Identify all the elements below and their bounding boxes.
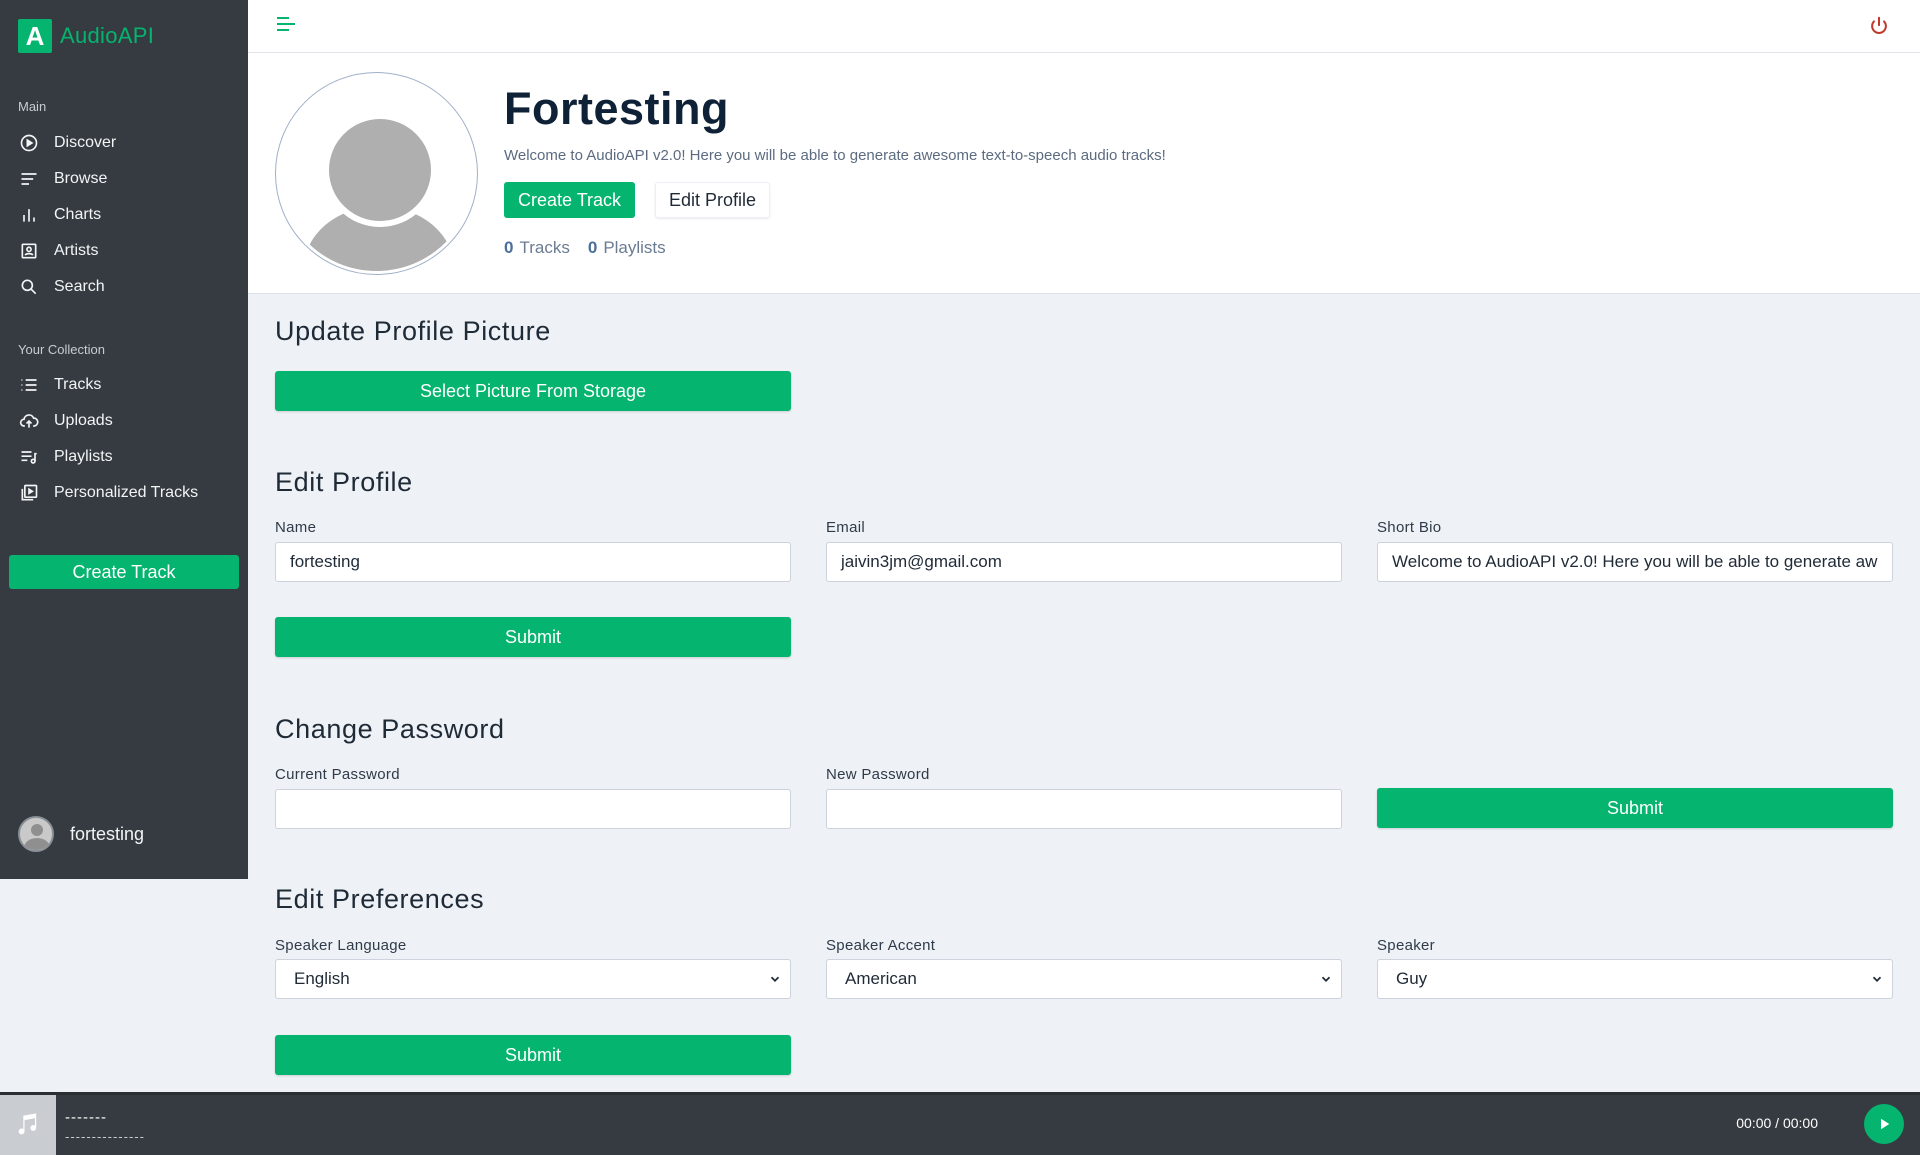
chevron-down-icon — [1872, 976, 1882, 982]
playlists-count: 0 — [587, 238, 598, 257]
new-password-label: New Password — [826, 766, 930, 783]
profile-avatar — [275, 72, 478, 275]
brand-logo: A — [18, 19, 52, 53]
cloud-upload-icon — [18, 410, 40, 432]
speaker-language-select[interactable]: English — [275, 959, 791, 999]
sidebar-item-tracks[interactable]: Tracks — [18, 373, 101, 397]
speaker-language-value: English — [294, 969, 350, 988]
browse-lines-icon — [18, 168, 40, 190]
audio-player: ------- --------------- 00:00 / 00:00 — [0, 1092, 1920, 1155]
email-field[interactable]: jaivin3jm@gmail.com — [826, 542, 1342, 582]
sidebar: A AudioAPI Main Discover Browse Charts A… — [0, 0, 248, 879]
change-password-title: Change Password — [275, 714, 505, 744]
speaker-accent-label: Speaker Accent — [826, 937, 936, 954]
play-button[interactable] — [1864, 1104, 1904, 1144]
hamburger-menu-icon[interactable] — [277, 17, 295, 35]
play-circle-icon — [18, 132, 40, 154]
music-note-icon — [0, 1095, 56, 1155]
sidebar-item-label: Charts — [54, 206, 102, 223]
select-picture-button[interactable]: Select Picture From Storage — [275, 371, 791, 411]
sidebar-item-search[interactable]: Search — [18, 275, 105, 299]
playlist-icon — [18, 446, 40, 468]
player-track-artist: --------------- — [65, 1129, 145, 1144]
change-password-submit-button[interactable]: Submit — [1377, 788, 1893, 828]
speaker-select[interactable]: Guy — [1377, 959, 1893, 999]
profile-stats: 0 Tracks 0 Playlists — [504, 238, 684, 258]
sidebar-item-label: Tracks — [54, 376, 102, 393]
tracks-stat-label: Tracks — [519, 238, 570, 257]
name-field[interactable]: fortesting — [275, 542, 791, 582]
update-picture-title: Update Profile Picture — [275, 316, 551, 346]
player-track-title: ------- — [65, 1109, 107, 1126]
tracks-stat[interactable]: 0 Tracks — [504, 238, 570, 258]
profile-bio: Welcome to AudioAPI v2.0! Here you will … — [504, 147, 1166, 164]
email-label: Email — [826, 519, 866, 536]
player-time: 00:00 / 00:00 — [1736, 1115, 1818, 1131]
search-icon — [18, 276, 40, 298]
sidebar-item-label: Discover — [54, 134, 117, 151]
nav-section-collection: Your Collection — [18, 342, 105, 357]
sidebar-item-label: Personalized Tracks — [54, 484, 199, 501]
page-title: Fortesting — [504, 83, 729, 134]
speaker-accent-select[interactable]: American — [826, 959, 1342, 999]
sidebar-user[interactable]: fortesting — [18, 816, 144, 852]
speaker-value: Guy — [1396, 969, 1428, 988]
nav-section-main: Main — [18, 99, 47, 114]
sidebar-username: fortesting — [70, 823, 145, 844]
sidebar-item-artists[interactable]: Artists — [18, 239, 98, 263]
tracks-count: 0 — [504, 238, 514, 257]
bio-label: Short Bio — [1377, 519, 1442, 536]
sidebar-create-track-button[interactable]: Create Track — [9, 555, 239, 589]
sidebar-item-label: Playlists — [54, 448, 113, 465]
edit-profile-button[interactable]: Edit Profile — [655, 182, 771, 218]
create-track-button[interactable]: Create Track — [504, 182, 636, 218]
sidebar-item-label: Search — [54, 278, 105, 295]
sidebar-item-label: Artists — [54, 242, 99, 259]
current-password-label: Current Password — [275, 766, 400, 783]
top-bar — [248, 0, 1920, 53]
bio-field[interactable]: Welcome to AudioAPI v2.0! Here you will … — [1377, 542, 1893, 582]
playlists-stat-label: Playlists — [603, 238, 666, 257]
edit-profile-title: Edit Profile — [275, 467, 413, 497]
preferences-submit-button[interactable]: Submit — [275, 1035, 791, 1075]
bar-chart-icon — [18, 204, 40, 226]
name-label: Name — [275, 519, 317, 536]
current-password-field[interactable] — [275, 789, 791, 829]
video-library-icon — [18, 482, 40, 504]
brand[interactable]: A AudioAPI — [18, 19, 154, 53]
list-icon — [18, 374, 40, 396]
sidebar-item-uploads[interactable]: Uploads — [18, 409, 113, 433]
avatar — [18, 816, 54, 852]
power-icon[interactable] — [1868, 15, 1890, 37]
speaker-label: Speaker — [1377, 937, 1435, 954]
sidebar-item-browse[interactable]: Browse — [18, 167, 107, 191]
playlists-stat[interactable]: 0 Playlists — [588, 238, 666, 258]
chevron-down-icon — [770, 976, 780, 982]
sidebar-item-personalized-tracks[interactable]: Personalized Tracks — [18, 481, 198, 505]
speaker-language-label: Speaker Language — [275, 937, 407, 954]
artist-portrait-icon — [18, 240, 40, 262]
new-password-field[interactable] — [826, 789, 1342, 829]
sidebar-item-playlists[interactable]: Playlists — [18, 445, 113, 469]
speaker-accent-value: American — [845, 969, 917, 988]
play-icon — [1881, 1118, 1890, 1130]
sidebar-item-discover[interactable]: Discover — [18, 131, 116, 155]
profile-header: Fortesting Welcome to AudioAPI v2.0! Her… — [248, 53, 1920, 294]
edit-profile-submit-button[interactable]: Submit — [275, 617, 791, 657]
brand-name: AudioAPI — [60, 23, 155, 48]
sidebar-item-label: Browse — [54, 170, 108, 187]
sidebar-item-label: Uploads — [54, 412, 113, 429]
chevron-down-icon — [1321, 976, 1331, 982]
sidebar-item-charts[interactable]: Charts — [18, 203, 101, 227]
edit-preferences-title: Edit Preferences — [275, 884, 485, 914]
